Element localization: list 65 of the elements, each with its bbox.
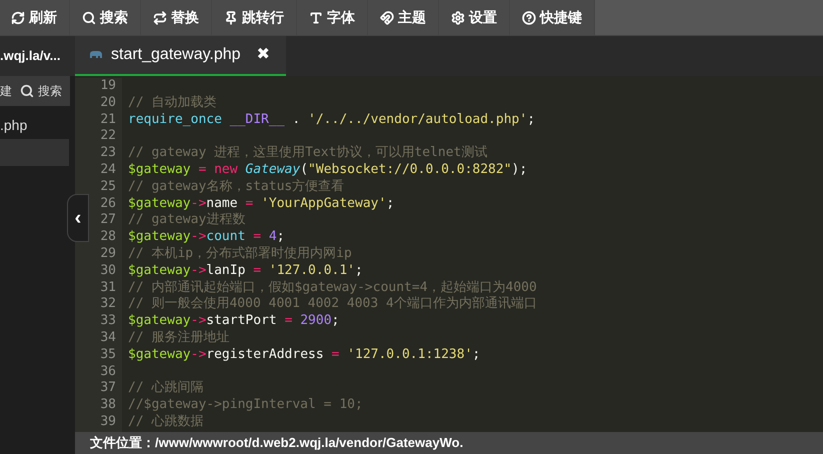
line-number: 20 bbox=[100, 94, 116, 112]
line-number: 36 bbox=[100, 364, 116, 380]
refresh-icon bbox=[11, 10, 25, 24]
code-line: $gateway->lanIp = '127.0.0.1'; bbox=[128, 262, 363, 280]
code-line: //$gateway->pingInterval = 10; bbox=[128, 397, 363, 414]
file-path: 文件位置：/www/wwwroot/d.web2.wqj.la/vendor/GatewayWo. bbox=[90, 434, 464, 452]
search-icon bbox=[20, 84, 34, 98]
code-line: $gateway->count = 4; bbox=[128, 229, 285, 246]
line-number: 24 bbox=[100, 162, 116, 179]
line-number: 26 bbox=[100, 196, 116, 212]
code-line: require_once __DIR__ . '/../../vendor/autoload.php'; bbox=[128, 112, 536, 128]
line-number: 33 bbox=[100, 313, 116, 330]
line-number: 35 bbox=[100, 346, 116, 364]
file-item[interactable]: .php bbox=[0, 112, 69, 139]
line-number: 32 bbox=[100, 296, 116, 314]
collapse-button[interactable]: ‹ bbox=[67, 194, 89, 242]
line-number: 21 bbox=[100, 112, 116, 128]
close-button[interactable]: ✖ bbox=[256, 43, 270, 67]
code-line: // gateway进程数 bbox=[128, 212, 246, 230]
sidebar-button[interactable]: 建 bbox=[0, 82, 12, 100]
code-line: // 则一般会使用4000 4001 4002 4003 4个端口作为内部通讯端口 bbox=[128, 296, 537, 314]
toolbar-button[interactable]: 搜索 bbox=[70, 0, 141, 35]
line-number: 19 bbox=[100, 78, 116, 95]
toolbar-button[interactable]: 刷新 bbox=[0, 0, 70, 35]
code-line: // 服务注册地址 bbox=[128, 330, 230, 347]
toolbar-button[interactable]: 替换 bbox=[141, 0, 212, 35]
pin-icon bbox=[224, 10, 238, 24]
line-number: 29 bbox=[100, 246, 116, 263]
line-number: 22 bbox=[100, 128, 116, 146]
toolbar-button[interactable]: 主题 bbox=[368, 0, 439, 35]
line-number: 34 bbox=[100, 330, 116, 347]
code-line: // 心跳数据 bbox=[128, 414, 204, 431]
help-icon bbox=[522, 10, 536, 24]
font-icon bbox=[309, 10, 323, 24]
code-line: $gateway = new Gateway("Websocket://0.0.0.0:8282"); bbox=[128, 162, 528, 179]
line-number: 37 bbox=[100, 380, 116, 398]
code-line: $gateway->name = 'YourAppGateway'; bbox=[128, 196, 394, 212]
toolbar-button[interactable]: 快捷键 bbox=[510, 0, 595, 35]
code-line: $gateway->registerAddress = '127.0.0.1:1238'; bbox=[128, 346, 480, 364]
path-tab[interactable]: .wqj.la/v... bbox=[0, 36, 75, 76]
line-number: 23 bbox=[100, 145, 116, 162]
line-number: 38 bbox=[100, 397, 116, 414]
line-number: 39 bbox=[100, 414, 116, 431]
code-line: $gateway->startPort = 2900; bbox=[128, 313, 340, 330]
code-line: // 心跳间隔 bbox=[128, 380, 204, 398]
code-line: // 本机ip，分布式部署时使用内网ip bbox=[128, 246, 352, 263]
line-number: 31 bbox=[100, 280, 116, 296]
search-icon bbox=[82, 10, 96, 24]
toolbar-button[interactable]: 字体 bbox=[297, 0, 368, 35]
toolbar-button[interactable]: 跳转行 bbox=[212, 0, 297, 35]
code-line: // gateway 进程，这里使用Text协议，可以用telnet测试 bbox=[128, 145, 488, 162]
line-number: 25 bbox=[100, 178, 116, 196]
tab-label: start_gateway.php bbox=[111, 45, 241, 65]
line-number: 30 bbox=[100, 262, 116, 280]
magnet-icon bbox=[380, 10, 394, 24]
settings-icon bbox=[451, 10, 465, 24]
code-line: // 自动加载类 bbox=[128, 94, 216, 112]
editor-tab[interactable]: start_gateway.php ✖ bbox=[75, 36, 286, 76]
toolbar-button[interactable]: 设置 bbox=[439, 0, 510, 35]
line-number: 27 bbox=[100, 212, 116, 230]
code-line: // gateway名称，status方便查看 bbox=[128, 178, 344, 196]
replace-icon bbox=[153, 10, 167, 24]
sidebar-button[interactable]: 搜索 bbox=[20, 82, 62, 100]
code-line: // 内部通讯起始端口，假如$gateway->count=4，起始端口为4000 bbox=[128, 280, 537, 296]
line-number: 28 bbox=[100, 229, 116, 246]
